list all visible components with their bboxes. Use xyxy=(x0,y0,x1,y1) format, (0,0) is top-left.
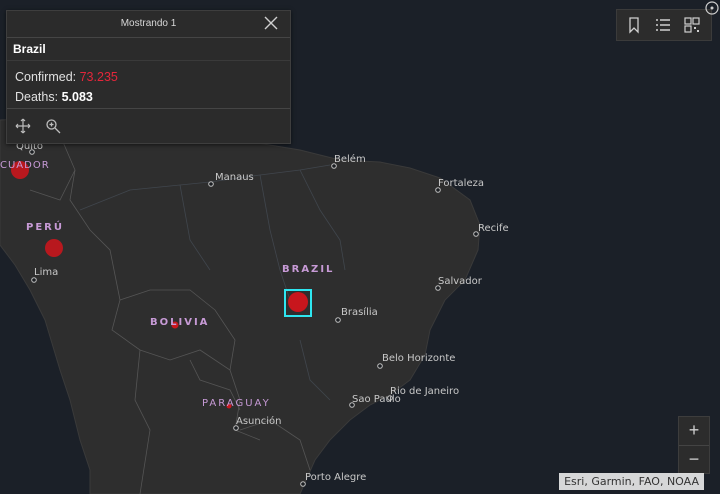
city-label-manaus: Manaus xyxy=(215,172,254,183)
city-label-belo-horizonte: Belo Horizonte xyxy=(382,353,455,364)
map-attribution[interactable]: Esri, Garmin, FAO, NOAA xyxy=(559,473,704,490)
confirmed-label: Confirmed: xyxy=(15,70,80,84)
compass-icon[interactable] xyxy=(704,0,720,16)
deaths-value: 5.083 xyxy=(61,90,93,104)
city-label-recife: Recife xyxy=(478,223,509,234)
popup-body: Confirmed: 73.235 Deaths: 5.083 xyxy=(7,60,290,115)
country-label-paraguay: PARAGUAY xyxy=(202,398,271,409)
deaths-row: Deaths: 5.083 xyxy=(15,87,282,107)
confirmed-value: 73.235 xyxy=(79,70,118,84)
popup-actions xyxy=(7,108,290,143)
confirmed-row: Confirmed: 73.235 xyxy=(15,67,282,87)
feature-popup: Mostrando 1 Brazil Confirmed: 73.235 Dea… xyxy=(6,10,291,144)
city-label-brasilia: Brasília xyxy=(341,306,378,318)
zoom-control: + − xyxy=(678,416,710,474)
case-marker-peru[interactable] xyxy=(45,239,63,257)
popup-header: Mostrando 1 xyxy=(7,11,290,38)
case-marker-brazil[interactable] xyxy=(288,292,308,312)
deaths-label: Deaths: xyxy=(15,90,62,104)
pan-icon[interactable] xyxy=(15,118,31,134)
qr-basemap-icon[interactable] xyxy=(683,16,701,34)
map-toolbar xyxy=(616,9,712,41)
city-label-fortaleza: Fortaleza xyxy=(438,178,484,189)
popup-title: Brazil xyxy=(13,42,46,56)
city-label-lima: Lima xyxy=(34,267,58,278)
country-label-brazil: BRAZIL xyxy=(282,264,334,275)
city-label-sao-paulo: Sao Paulo xyxy=(352,394,401,405)
bookmark-icon[interactable] xyxy=(625,16,643,34)
popup-header-text: Mostrando 1 xyxy=(120,18,177,29)
city-label-salvador: Salvador xyxy=(438,276,483,287)
zoom-out-button[interactable]: − xyxy=(679,445,709,474)
city-label-porto-alegre: Porto Alegre xyxy=(305,472,366,483)
zoom-in-button[interactable]: + xyxy=(679,417,709,445)
close-icon[interactable] xyxy=(264,16,278,30)
country-label-bolivia: BOLIVIA xyxy=(150,317,209,328)
legend-list-icon[interactable] xyxy=(654,16,672,34)
city-label-asuncion: Asunción xyxy=(236,415,281,427)
country-label-peru: PERÚ xyxy=(26,220,64,233)
zoom-to-icon[interactable] xyxy=(45,118,61,134)
country-label-ecuador: CUADOR xyxy=(0,160,50,171)
city-label-belem: Belém xyxy=(334,153,366,165)
